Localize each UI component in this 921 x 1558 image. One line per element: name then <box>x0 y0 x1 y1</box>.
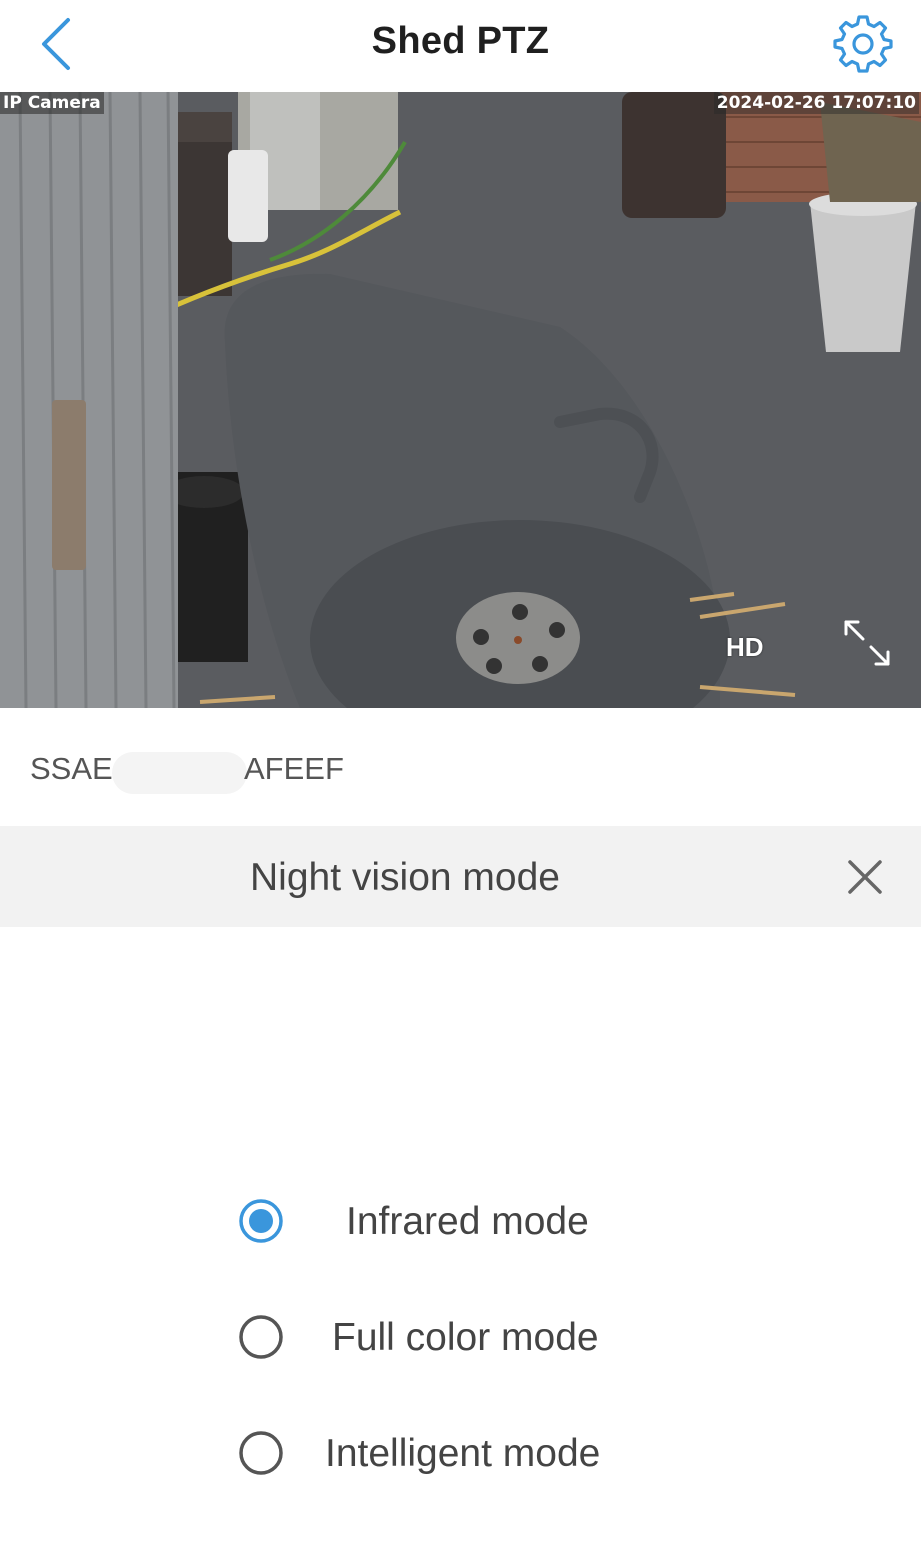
radio-unselected-icon[interactable] <box>238 1430 284 1476</box>
option-label: Full color mode <box>332 1316 599 1359</box>
close-icon <box>848 860 882 894</box>
gear-icon <box>833 15 893 73</box>
quality-toggle-button[interactable]: HD <box>726 632 764 663</box>
device-id-row: SSAE AFEEF <box>0 708 921 826</box>
fullscreen-button[interactable] <box>836 612 898 674</box>
page-title: Shed PTZ <box>371 20 550 62</box>
option-full-color-mode[interactable]: Full color mode <box>230 1302 730 1372</box>
radio-selected-icon[interactable] <box>238 1198 284 1244</box>
device-id-suffix: AFEEF <box>244 751 344 786</box>
expand-icon <box>844 620 890 666</box>
camera-live-view[interactable]: IP Camera 2024-02-26 17:07:10 HD <box>0 92 921 708</box>
option-intelligent-mode[interactable]: Intelligent mode <box>230 1418 730 1488</box>
camera-timestamp: 2024-02-26 17:07:10 <box>713 92 919 114</box>
settings-button[interactable] <box>832 12 894 74</box>
device-id-redaction <box>112 752 247 794</box>
radio-unselected-icon[interactable] <box>238 1314 284 1360</box>
option-label: Infrared mode <box>346 1200 589 1243</box>
top-bar: Shed PTZ <box>0 0 921 92</box>
camera-osd-label: IP Camera <box>0 92 104 114</box>
option-infrared-mode[interactable]: Infrared mode <box>230 1186 730 1256</box>
option-label: Intelligent mode <box>325 1432 601 1475</box>
night-vision-title: Night vision mode <box>250 856 560 899</box>
device-id-prefix: SSAE <box>30 751 113 786</box>
close-button[interactable] <box>842 854 888 900</box>
camera-feed-image <box>0 92 921 708</box>
night-vision-panel-header: Night vision mode <box>0 826 921 927</box>
